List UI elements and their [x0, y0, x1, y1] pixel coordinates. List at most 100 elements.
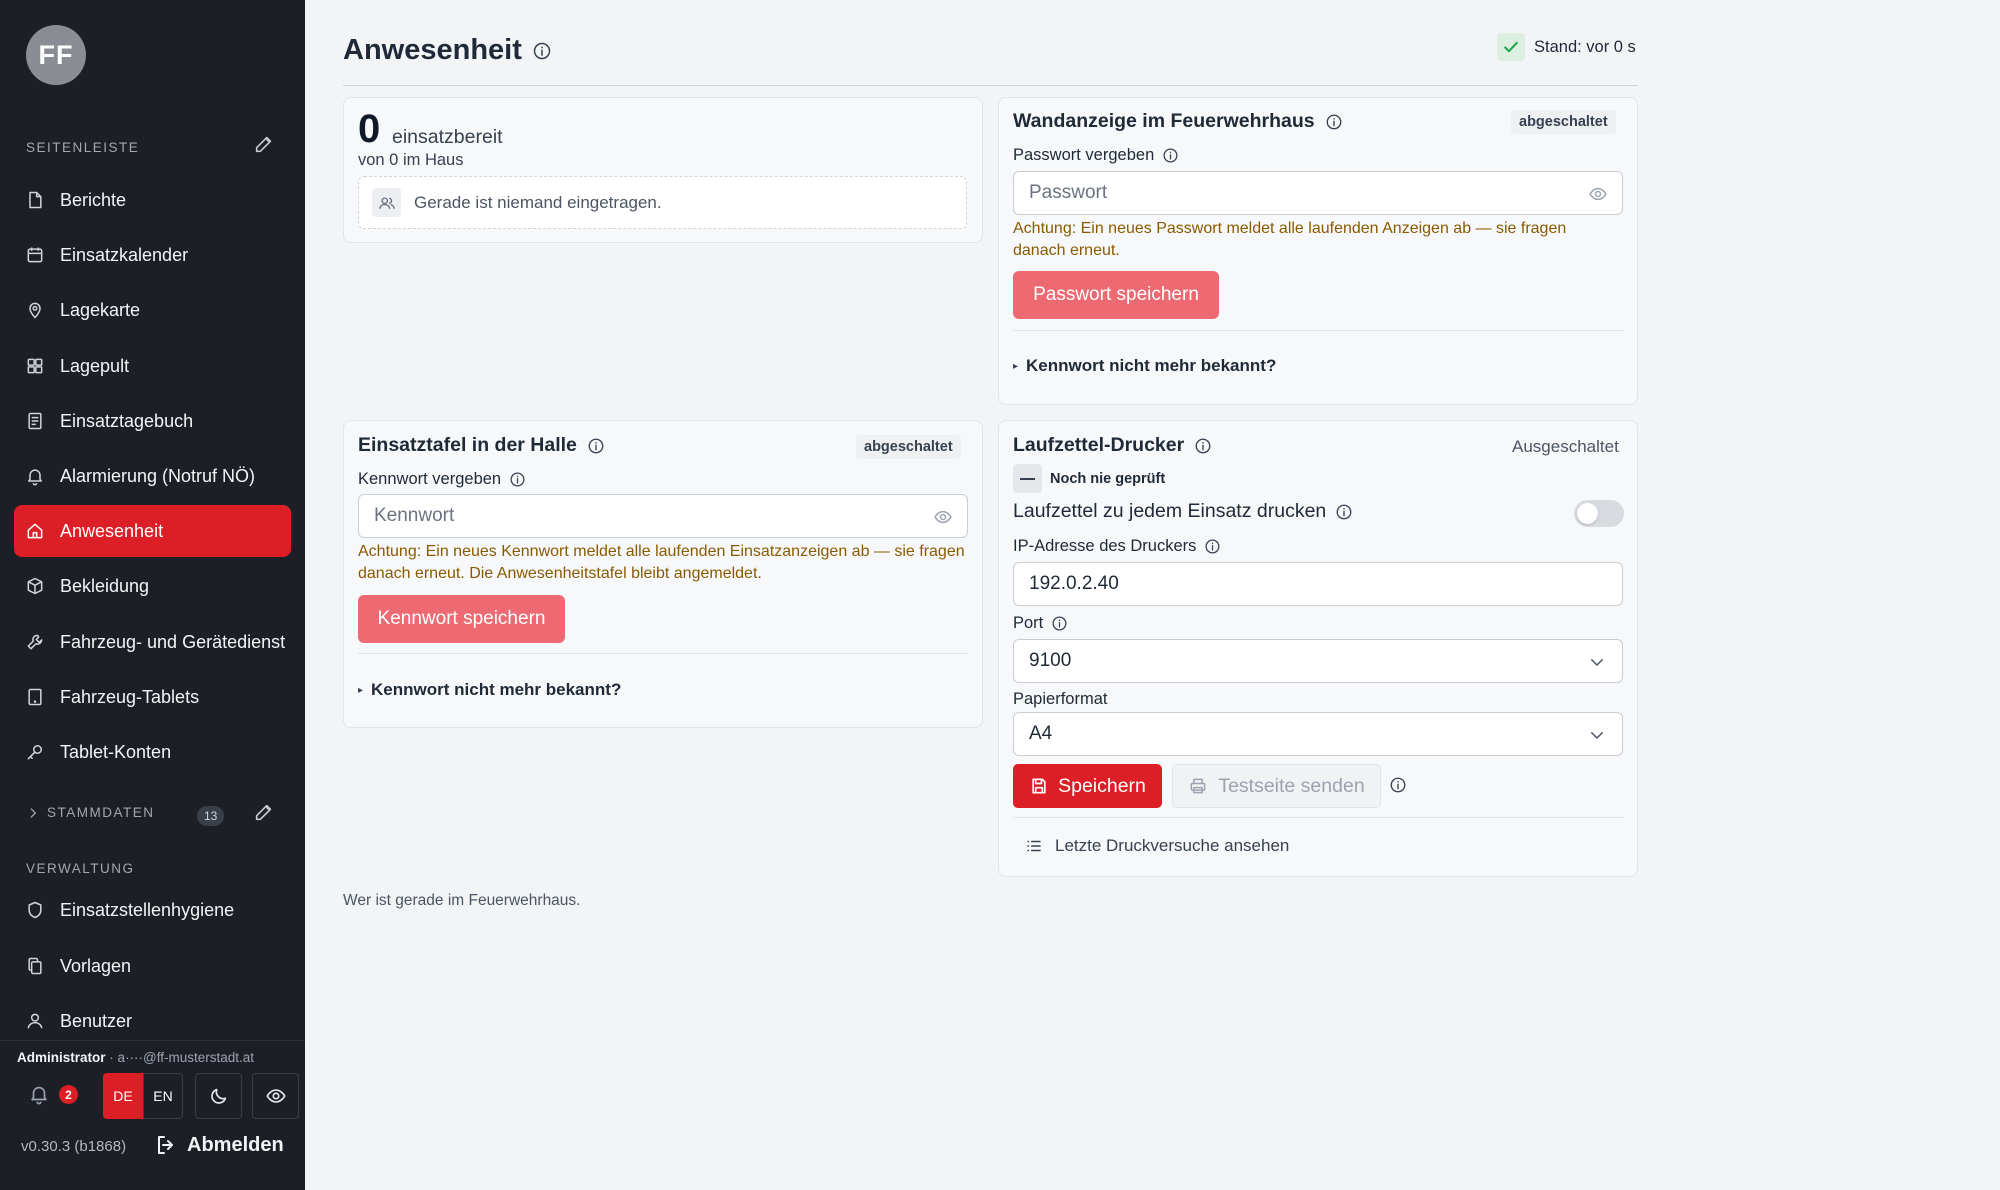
- list-icon: [1025, 837, 1043, 855]
- sidebar-item-lagepult[interactable]: Lagepult: [14, 340, 291, 392]
- hall-board-title-text: Einsatztafel in der Halle: [358, 434, 577, 456]
- sidebar-item-lagekarte[interactable]: Lagekarte: [14, 284, 291, 336]
- paper-field-label: Papierformat: [1013, 690, 1107, 709]
- auto-print-toggle[interactable]: [1574, 500, 1624, 527]
- show-password-eye-icon[interactable]: [1588, 184, 1608, 204]
- notification-count-badge: 2: [59, 1085, 78, 1104]
- disclosure-triangle-icon: ▸: [1013, 360, 1019, 372]
- copy-icon: [25, 956, 45, 976]
- sidebar-item-bekleidung[interactable]: Bekleidung: [14, 560, 291, 612]
- minus-icon: [1013, 464, 1042, 493]
- hall-board-title: Einsatztafel in der Halle: [358, 434, 605, 457]
- card-divider: [1013, 330, 1623, 331]
- port-select[interactable]: 9100: [1013, 639, 1623, 683]
- sidebar-item-fahrzeug-tablets[interactable]: Fahrzeug-Tablets: [14, 671, 291, 723]
- sidebar-item-label: Fahrzeug- und Gerätedienst: [60, 631, 286, 652]
- sidebar-item-fahrzeug-geraetedienst[interactable]: Fahrzeug- und Gerätedienst: [14, 616, 291, 668]
- info-icon[interactable]: [1204, 538, 1221, 555]
- edit-stammdaten-pencil-icon[interactable]: [253, 801, 275, 823]
- shield-icon: [25, 900, 45, 920]
- password-input[interactable]: Passwort: [1013, 171, 1623, 215]
- presence-empty-text: Gerade ist niemand eingetragen.: [414, 192, 662, 212]
- info-icon[interactable]: [1162, 147, 1179, 164]
- sidebar-item-einsatzkalender[interactable]: Einsatzkalender: [14, 229, 291, 281]
- sidebar-item-tablet-konten[interactable]: Tablet-Konten: [14, 726, 291, 778]
- key-icon: [25, 742, 45, 762]
- forgot-passcode-toggle[interactable]: ▸ Kennwort nicht mehr bekannt?: [358, 680, 621, 700]
- sidebar-item-label: Tablet-Konten: [60, 741, 172, 762]
- printer-check-status: Noch nie geprüft: [1013, 464, 1165, 493]
- print-history-text: Letzte Druckversuche ansehen: [1055, 836, 1290, 855]
- floppy-disk-icon: [1029, 776, 1049, 796]
- passcode-field-label-text: Kennwort vergeben: [358, 470, 502, 488]
- status-badge: abgeschaltet: [856, 435, 961, 459]
- section-label-sidebar: SEITENLEISTE: [26, 140, 140, 155]
- sidebar-item-vorlagen[interactable]: Vorlagen: [14, 940, 291, 992]
- info-icon[interactable]: [587, 437, 605, 455]
- check-icon: [1497, 33, 1525, 61]
- disclosure-triangle-icon: ▸: [358, 684, 364, 696]
- bell-icon: [25, 466, 45, 486]
- user-info: Administrator · a····@ff-musterstadt.at: [17, 1050, 254, 1065]
- info-icon[interactable]: [1051, 615, 1068, 632]
- save-printer-button[interactable]: Speichern: [1013, 764, 1162, 808]
- language-de-button[interactable]: DE: [103, 1073, 143, 1119]
- sidebar-item-label: Einsatzkalender: [60, 244, 189, 265]
- sidebar-item-anwesenheit[interactable]: Anwesenheit: [14, 505, 291, 557]
- info-icon[interactable]: [1325, 113, 1343, 131]
- ready-count: 0: [358, 107, 381, 151]
- sidebar-item-berichte[interactable]: Berichte: [14, 174, 291, 226]
- visibility-button[interactable]: [252, 1073, 299, 1119]
- logout-button[interactable]: Abmelden: [154, 1133, 284, 1157]
- calendar-icon: [25, 245, 45, 265]
- forgot-password-toggle[interactable]: ▸ Kennwort nicht mehr bekannt?: [1013, 356, 1276, 376]
- stammdaten-toggle[interactable]: STAMMDATEN: [26, 805, 155, 820]
- paper-select[interactable]: A4: [1013, 712, 1623, 756]
- passcode-warning: Achtung: Ein neues Kennwort meldet alle …: [358, 543, 965, 582]
- ip-value: 192.0.2.40: [1029, 573, 1119, 594]
- logout-label: Abmelden: [187, 1133, 284, 1156]
- document-icon: [25, 190, 45, 210]
- port-value: 9100: [1029, 650, 1072, 671]
- info-icon[interactable]: [1389, 776, 1407, 794]
- sidebar-item-einsatztagebuch[interactable]: Einsatztagebuch: [14, 395, 291, 447]
- paper-value: A4: [1029, 723, 1053, 744]
- save-printer-label: Speichern: [1058, 774, 1146, 797]
- user-icon: [25, 1011, 45, 1031]
- dark-mode-button[interactable]: [195, 1073, 242, 1119]
- password-field-label-text: Passwort vergeben: [1013, 146, 1155, 164]
- card-divider: [358, 653, 968, 654]
- info-icon[interactable]: [1194, 437, 1212, 455]
- passcode-input[interactable]: Kennwort: [358, 494, 968, 538]
- print-history-link[interactable]: Letzte Druckversuche ansehen: [1025, 836, 1289, 856]
- notifications-bell-icon[interactable]: [28, 1083, 52, 1107]
- show-passcode-eye-icon[interactable]: [933, 507, 953, 527]
- edit-sidebar-pencil-icon[interactable]: [253, 133, 275, 155]
- chevron-down-icon: [1588, 726, 1606, 744]
- eye-icon: [265, 1085, 287, 1107]
- moon-icon: [208, 1085, 230, 1107]
- wall-display-title: Wandanzeige im Feuerwehrhaus: [1013, 110, 1343, 133]
- info-icon[interactable]: [532, 41, 552, 61]
- chevron-right-icon: [26, 806, 40, 820]
- save-passcode-button[interactable]: Kennwort speichern: [358, 595, 565, 643]
- language-en-button[interactable]: EN: [143, 1073, 183, 1119]
- send-test-page-button[interactable]: Testseite senden: [1172, 764, 1381, 808]
- sidebar-item-einsatzstellenhygiene[interactable]: Einsatzstellenhygiene: [14, 884, 291, 936]
- send-test-page-label: Testseite senden: [1218, 774, 1365, 797]
- ip-input[interactable]: 192.0.2.40: [1013, 562, 1623, 606]
- sidebar-item-label: Einsatzstellenhygiene: [60, 899, 235, 920]
- title-divider: [343, 85, 1638, 86]
- forgot-password-text: Kennwort nicht mehr bekannt?: [1026, 356, 1277, 375]
- printer-title-text: Laufzettel-Drucker: [1013, 434, 1185, 456]
- map-pin-icon: [25, 300, 45, 320]
- info-icon[interactable]: [509, 471, 526, 488]
- info-icon[interactable]: [1335, 503, 1353, 521]
- paper-field-label-text: Papierformat: [1013, 690, 1108, 708]
- avatar[interactable]: FF: [26, 25, 86, 85]
- section-label-stammdaten: STAMMDATEN: [47, 805, 155, 820]
- user-role: Administrator: [17, 1050, 106, 1065]
- sidebar-item-alarmierung[interactable]: Alarmierung (Notruf NÖ): [14, 450, 291, 502]
- password-placeholder: Passwort: [1029, 182, 1108, 203]
- save-password-button[interactable]: Passwort speichern: [1013, 271, 1219, 319]
